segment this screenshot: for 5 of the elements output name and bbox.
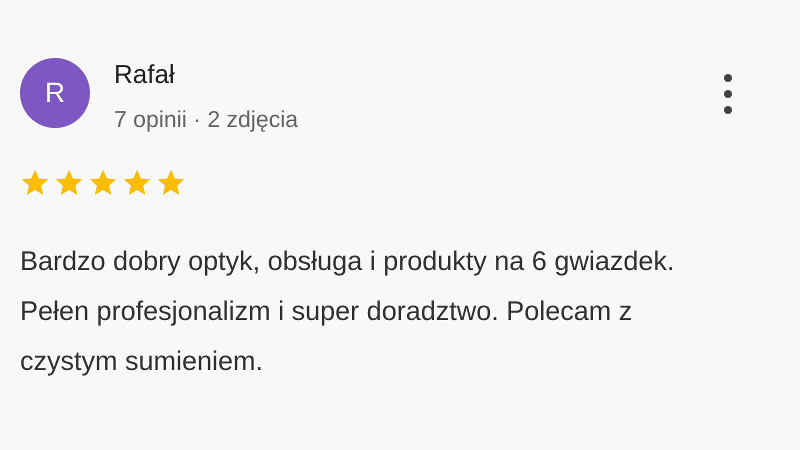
author-name: Rafał bbox=[114, 58, 176, 90]
avatar: R bbox=[20, 58, 90, 128]
author-meta: 7 opinii · 2 zdjęcia bbox=[114, 105, 300, 134]
more-options-icon[interactable] bbox=[724, 74, 732, 114]
review-text: Bardzo dobry optyk, obsługa i produkty na 6 gwiazdek. Pełen profesjonalizm i super doradztwo. Polecam z czystym sumieniem. bbox=[20, 245, 676, 378]
